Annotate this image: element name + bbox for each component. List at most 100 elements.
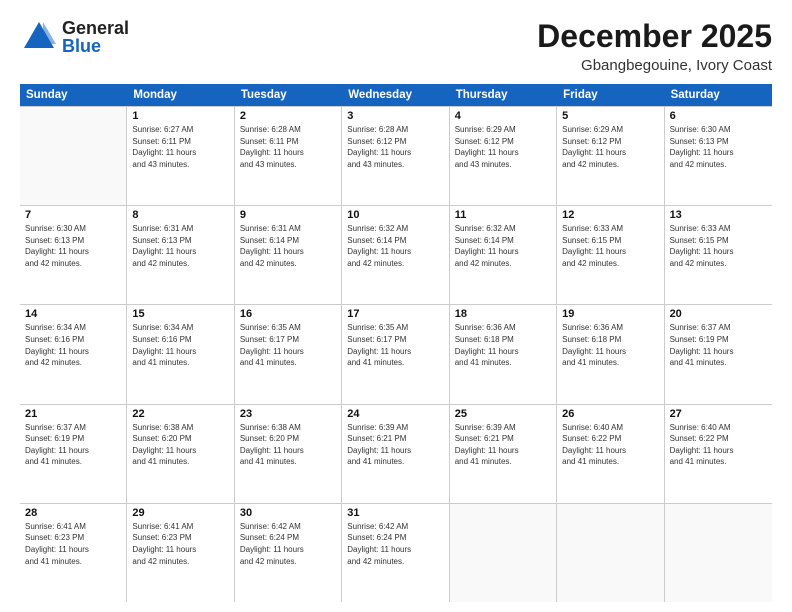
header-day-friday: Friday [557,84,664,106]
day-number: 6 [670,110,767,122]
cal-cell-w5d6 [557,504,664,602]
cal-cell-w4d7: 27 Sunrise: 6:40 AM Sunset: 6:22 PM Dayli… [665,405,772,503]
day-number: 11 [455,209,551,221]
day-number: 3 [347,110,443,122]
day-number: 27 [670,408,767,420]
day-number: 25 [455,408,551,420]
day-number: 24 [347,408,443,420]
cal-cell-w5d5 [450,504,557,602]
logo-graphic [20,18,58,56]
calendar-week-1: 1Sunrise: 6:27 AM Sunset: 6:11 PM Daylig… [20,106,772,206]
cal-cell-w1d3: 2 Sunrise: 6:28 AM Sunset: 6:11 PM Daylig… [235,107,342,205]
day-info: Sunrise: 6:29 AM Sunset: 6:12 PM Dayligh… [455,124,551,170]
page: General Blue December 2025 Gbangbegouine… [0,0,792,612]
day-info: Sunrise: 6:32 AM Sunset: 6:14 PM Dayligh… [455,223,551,269]
cal-cell-w2d3: 9 Sunrise: 6:31 AM Sunset: 6:14 PM Daylig… [235,206,342,304]
day-info: Sunrise: 6:33 AM Sunset: 6:15 PM Dayligh… [670,223,767,269]
day-info: Sunrise: 6:37 AM Sunset: 6:19 PM Dayligh… [25,422,121,468]
location: Gbangbegouine, Ivory Coast [537,57,772,74]
day-info: Sunrise: 6:36 AM Sunset: 6:18 PM Dayligh… [562,322,658,368]
cal-cell-w3d6: 19 Sunrise: 6:36 AM Sunset: 6:18 PM Dayli… [557,305,664,403]
day-info: Sunrise: 6:38 AM Sunset: 6:20 PM Dayligh… [240,422,336,468]
day-info: Sunrise: 6:42 AM Sunset: 6:24 PM Dayligh… [240,521,336,567]
header-day-wednesday: Wednesday [342,84,449,106]
cal-cell-w2d1: 7 Sunrise: 6:30 AM Sunset: 6:13 PM Daylig… [20,206,127,304]
cal-cell-w5d3: 30Sunrise: 6:42 AM Sunset: 6:24 PM Dayli… [235,504,342,602]
day-info: Sunrise: 6:28 AM Sunset: 6:12 PM Dayligh… [347,124,443,170]
day-info: Sunrise: 6:36 AM Sunset: 6:18 PM Dayligh… [455,322,551,368]
day-number: 8 [132,209,228,221]
day-number: 13 [670,209,767,221]
calendar-week-2: 7 Sunrise: 6:30 AM Sunset: 6:13 PM Daylig… [20,206,772,305]
header-day-thursday: Thursday [450,84,557,106]
cal-cell-w5d4: 31Sunrise: 6:42 AM Sunset: 6:24 PM Dayli… [342,504,449,602]
header-day-monday: Monday [127,84,234,106]
cal-cell-w2d6: 12Sunrise: 6:33 AM Sunset: 6:15 PM Dayli… [557,206,664,304]
day-info: Sunrise: 6:31 AM Sunset: 6:14 PM Dayligh… [240,223,336,269]
day-number: 17 [347,308,443,320]
day-number: 14 [25,308,121,320]
day-number: 16 [240,308,336,320]
day-info: Sunrise: 6:39 AM Sunset: 6:21 PM Dayligh… [455,422,551,468]
header: General Blue December 2025 Gbangbegouine… [20,18,772,74]
day-number: 1 [132,110,228,122]
calendar-week-3: 14 Sunrise: 6:34 AM Sunset: 6:16 PM Dayli… [20,305,772,404]
cal-cell-w1d7: 6 Sunrise: 6:30 AM Sunset: 6:13 PM Daylig… [665,107,772,205]
cal-cell-w4d3: 23Sunrise: 6:38 AM Sunset: 6:20 PM Dayli… [235,405,342,503]
cal-cell-w5d7 [665,504,772,602]
day-info: Sunrise: 6:38 AM Sunset: 6:20 PM Dayligh… [132,422,228,468]
cal-cell-w5d1: 28 Sunrise: 6:41 AM Sunset: 6:23 PM Dayli… [20,504,127,602]
cal-cell-w1d4: 3 Sunrise: 6:28 AM Sunset: 6:12 PM Daylig… [342,107,449,205]
day-number: 4 [455,110,551,122]
day-info: Sunrise: 6:34 AM Sunset: 6:16 PM Dayligh… [132,322,228,368]
title-area: December 2025 Gbangbegouine, Ivory Coast [537,18,772,74]
day-info: Sunrise: 6:30 AM Sunset: 6:13 PM Dayligh… [25,223,121,269]
day-info: Sunrise: 6:42 AM Sunset: 6:24 PM Dayligh… [347,521,443,567]
logo-icon-area [20,18,58,56]
day-info: Sunrise: 6:29 AM Sunset: 6:12 PM Dayligh… [562,124,658,170]
logo-text-box: General Blue [62,19,129,55]
cal-cell-w1d1 [20,107,127,205]
day-number: 9 [240,209,336,221]
day-info: Sunrise: 6:32 AM Sunset: 6:14 PM Dayligh… [347,223,443,269]
header-day-sunday: Sunday [20,84,127,106]
cal-cell-w4d5: 25 Sunrise: 6:39 AM Sunset: 6:21 PM Dayli… [450,405,557,503]
day-info: Sunrise: 6:41 AM Sunset: 6:23 PM Dayligh… [25,521,121,567]
cal-cell-w2d5: 11 Sunrise: 6:32 AM Sunset: 6:14 PM Dayli… [450,206,557,304]
day-info: Sunrise: 6:34 AM Sunset: 6:16 PM Dayligh… [25,322,121,368]
day-info: Sunrise: 6:40 AM Sunset: 6:22 PM Dayligh… [562,422,658,468]
day-info: Sunrise: 6:35 AM Sunset: 6:17 PM Dayligh… [240,322,336,368]
day-number: 2 [240,110,336,122]
calendar-week-5: 28 Sunrise: 6:41 AM Sunset: 6:23 PM Dayli… [20,504,772,602]
day-number: 22 [132,408,228,420]
day-number: 7 [25,209,121,221]
calendar-header: SundayMondayTuesdayWednesdayThursdayFrid… [20,84,772,106]
cal-cell-w4d1: 21Sunrise: 6:37 AM Sunset: 6:19 PM Dayli… [20,405,127,503]
day-number: 19 [562,308,658,320]
day-info: Sunrise: 6:39 AM Sunset: 6:21 PM Dayligh… [347,422,443,468]
cal-cell-w3d7: 20Sunrise: 6:37 AM Sunset: 6:19 PM Dayli… [665,305,772,403]
day-number: 18 [455,308,551,320]
cal-cell-w3d2: 15 Sunrise: 6:34 AM Sunset: 6:16 PM Dayli… [127,305,234,403]
cal-cell-w3d3: 16 Sunrise: 6:35 AM Sunset: 6:17 PM Dayli… [235,305,342,403]
day-info: Sunrise: 6:40 AM Sunset: 6:22 PM Dayligh… [670,422,767,468]
calendar-body: 1Sunrise: 6:27 AM Sunset: 6:11 PM Daylig… [20,106,772,602]
logo: General Blue [20,18,129,56]
logo-general: General [62,19,129,37]
day-info: Sunrise: 6:31 AM Sunset: 6:13 PM Dayligh… [132,223,228,269]
calendar: SundayMondayTuesdayWednesdayThursdayFrid… [20,84,772,602]
day-info: Sunrise: 6:35 AM Sunset: 6:17 PM Dayligh… [347,322,443,368]
cal-cell-w5d2: 29 Sunrise: 6:41 AM Sunset: 6:23 PM Dayli… [127,504,234,602]
cal-cell-w4d2: 22 Sunrise: 6:38 AM Sunset: 6:20 PM Dayli… [127,405,234,503]
day-number: 5 [562,110,658,122]
day-info: Sunrise: 6:41 AM Sunset: 6:23 PM Dayligh… [132,521,228,567]
day-number: 15 [132,308,228,320]
cal-cell-w2d7: 13 Sunrise: 6:33 AM Sunset: 6:15 PM Dayli… [665,206,772,304]
day-number: 29 [132,507,228,519]
day-info: Sunrise: 6:30 AM Sunset: 6:13 PM Dayligh… [670,124,767,170]
cal-cell-w3d4: 17 Sunrise: 6:35 AM Sunset: 6:17 PM Dayli… [342,305,449,403]
logo-blue: Blue [62,37,129,55]
day-info: Sunrise: 6:33 AM Sunset: 6:15 PM Dayligh… [562,223,658,269]
day-number: 28 [25,507,121,519]
day-info: Sunrise: 6:28 AM Sunset: 6:11 PM Dayligh… [240,124,336,170]
